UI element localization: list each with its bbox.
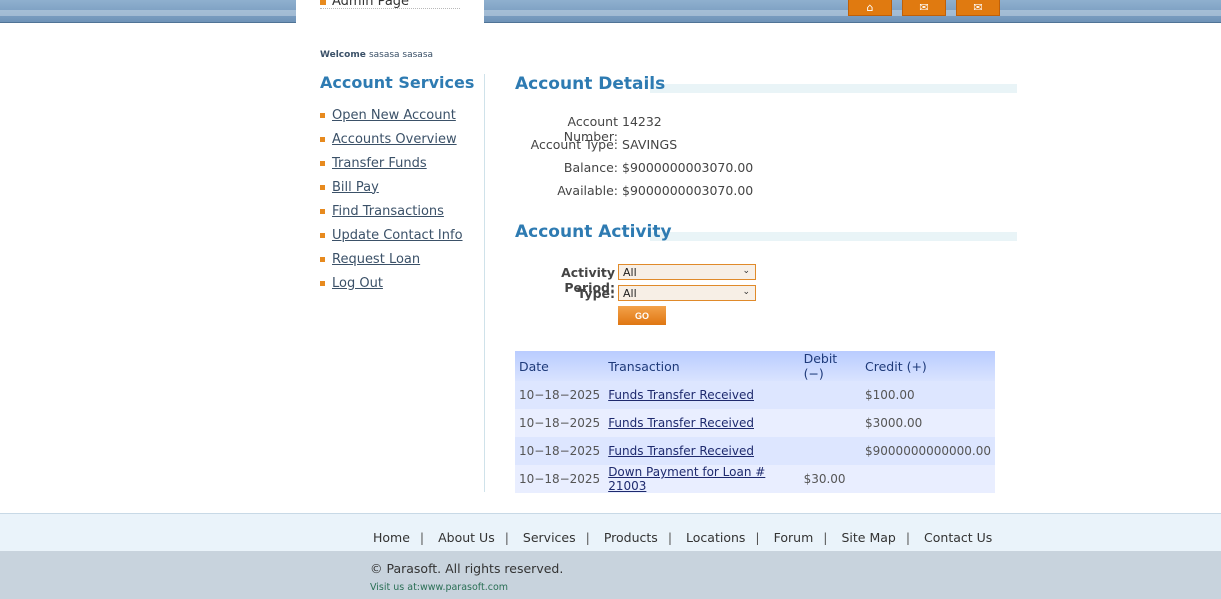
welcome-message: Welcome sasasa sasasa	[320, 50, 434, 60]
footer-link-products[interactable]: Products	[604, 530, 658, 545]
bullet-icon	[320, 0, 326, 5]
date-cell: 10−18−2025	[515, 465, 605, 493]
sidebar-link[interactable]: Find Transactions	[332, 204, 444, 219]
credit-cell: $100.00	[861, 381, 995, 409]
bullet-icon	[320, 184, 325, 190]
column-header-transaction: Transaction	[604, 351, 800, 381]
account-number-value: 14232	[622, 114, 662, 129]
date-cell: 10−18−2025	[515, 381, 605, 409]
type-label: Type:	[577, 286, 615, 301]
go-button[interactable]: GO	[618, 306, 666, 325]
sidebar-item-request-loan[interactable]: Request Loan	[320, 247, 463, 271]
footer-link-locations[interactable]: Locations	[686, 530, 745, 545]
date-cell: 10−18−2025	[515, 437, 605, 465]
sidebar-link[interactable]: Log Out	[332, 276, 383, 291]
visit-link[interactable]: Visit us at:www.parasoft.com	[370, 582, 508, 593]
section-rule	[650, 232, 1017, 241]
footer-link-services[interactable]: Services	[523, 530, 576, 545]
column-header-debit: Debit (−)	[799, 351, 862, 381]
debit-cell	[799, 437, 862, 465]
chevron-down-icon: ⌄	[742, 287, 750, 297]
sidebar-link[interactable]: Accounts Overview	[332, 132, 457, 147]
bullet-icon	[320, 208, 325, 214]
sidebar-item-accounts-overview[interactable]: Accounts Overview	[320, 127, 463, 151]
debit-cell: $30.00	[799, 465, 862, 493]
footer-links: Home | About Us | Services | Products | Loca…	[373, 530, 993, 545]
vertical-divider	[484, 74, 485, 492]
transaction-link[interactable]: Funds Transfer Received	[608, 416, 754, 430]
available-label: Available:	[557, 183, 618, 198]
account-activity-title: Account Activity	[515, 222, 672, 242]
sidebar-item-log-out[interactable]: Log Out	[320, 271, 463, 295]
debit-cell	[799, 409, 862, 437]
transaction-link[interactable]: Down Payment for Loan # 21003	[608, 465, 765, 493]
account-details-title: Account Details	[515, 74, 666, 94]
transaction-cell: Funds Transfer Received	[604, 437, 800, 465]
bullet-icon	[320, 160, 325, 166]
transaction-cell: Funds Transfer Received	[604, 409, 800, 437]
bullet-icon	[320, 112, 325, 118]
sidebar-item-transfer-funds[interactable]: Transfer Funds	[320, 151, 463, 175]
sidebar-item-bill-pay[interactable]: Bill Pay	[320, 175, 463, 199]
about-icon[interactable]: ✉	[902, 0, 946, 16]
footer-link-contact-us[interactable]: Contact Us	[924, 530, 992, 545]
bullet-icon	[320, 256, 325, 262]
footer-link-forum[interactable]: Forum	[774, 530, 814, 545]
footer-link-about-us[interactable]: About Us	[438, 530, 495, 545]
transactions-table: Date Transaction Debit (−) Credit (+) 10…	[515, 351, 995, 493]
copyright-text: © Parasoft. All rights reserved.	[370, 561, 564, 576]
home-icon[interactable]: ⌂	[848, 0, 892, 16]
bullet-icon	[320, 232, 325, 238]
credit-cell: $3000.00	[861, 409, 995, 437]
sidebar-link[interactable]: Update Contact Info	[332, 228, 463, 243]
sidebar-item-open-new-account[interactable]: Open New Account	[320, 103, 463, 127]
footer-link-home[interactable]: Home	[373, 530, 410, 545]
contact-icon[interactable]: ✉	[956, 0, 1000, 16]
available-value: $9000000003070.00	[622, 183, 754, 198]
sidebar-item-update-contact-info[interactable]: Update Contact Info	[320, 223, 463, 247]
balance-label: Balance:	[563, 160, 618, 175]
sidebar-item-find-transactions[interactable]: Find Transactions	[320, 199, 463, 223]
credit-cell: $9000000000000.00	[861, 437, 995, 465]
column-header-date: Date	[515, 351, 605, 381]
sidebar-title: Account Services	[320, 73, 475, 92]
table-row: 10−18−2025 Funds Transfer Received $9000…	[515, 437, 995, 465]
transaction-link[interactable]: Funds Transfer Received	[608, 444, 754, 458]
sidebar-link[interactable]: Bill Pay	[332, 180, 379, 195]
account-services-menu: Open New Account Accounts Overview Trans…	[320, 103, 463, 295]
footer-link-site-map[interactable]: Site Map	[841, 530, 895, 545]
balance-value: $9000000003070.00	[622, 160, 754, 175]
type-select[interactable]: All ⌄	[618, 285, 756, 301]
debit-cell	[799, 381, 862, 409]
transaction-cell: Down Payment for Loan # 21003	[604, 465, 800, 493]
bullet-icon	[320, 136, 325, 142]
chevron-down-icon: ⌄	[742, 266, 750, 276]
transaction-link[interactable]: Funds Transfer Received	[608, 388, 754, 402]
table-row: 10−18−2025 Down Payment for Loan # 21003…	[515, 465, 995, 493]
bullet-icon	[320, 280, 325, 286]
sidebar-link[interactable]: Transfer Funds	[332, 156, 427, 171]
footer-bottom	[0, 551, 1221, 599]
top-header-bar	[0, 0, 1221, 23]
table-row: 10−18−2025 Funds Transfer Received $3000…	[515, 409, 995, 437]
column-header-credit: Credit (+)	[861, 351, 995, 381]
sidebar-link[interactable]: Request Loan	[332, 252, 420, 267]
activity-period-select[interactable]: All ⌄	[618, 264, 756, 280]
transaction-cell: Funds Transfer Received	[604, 381, 800, 409]
credit-cell	[861, 465, 995, 493]
account-type-label: Account Type:	[530, 137, 618, 152]
sidebar-link[interactable]: Open New Account	[332, 108, 456, 123]
table-row: 10−18−2025 Funds Transfer Received $100.…	[515, 381, 995, 409]
date-cell: 10−18−2025	[515, 409, 605, 437]
dotted-divider	[320, 8, 460, 9]
section-rule	[650, 84, 1017, 93]
account-type-value: SAVINGS	[622, 137, 678, 152]
